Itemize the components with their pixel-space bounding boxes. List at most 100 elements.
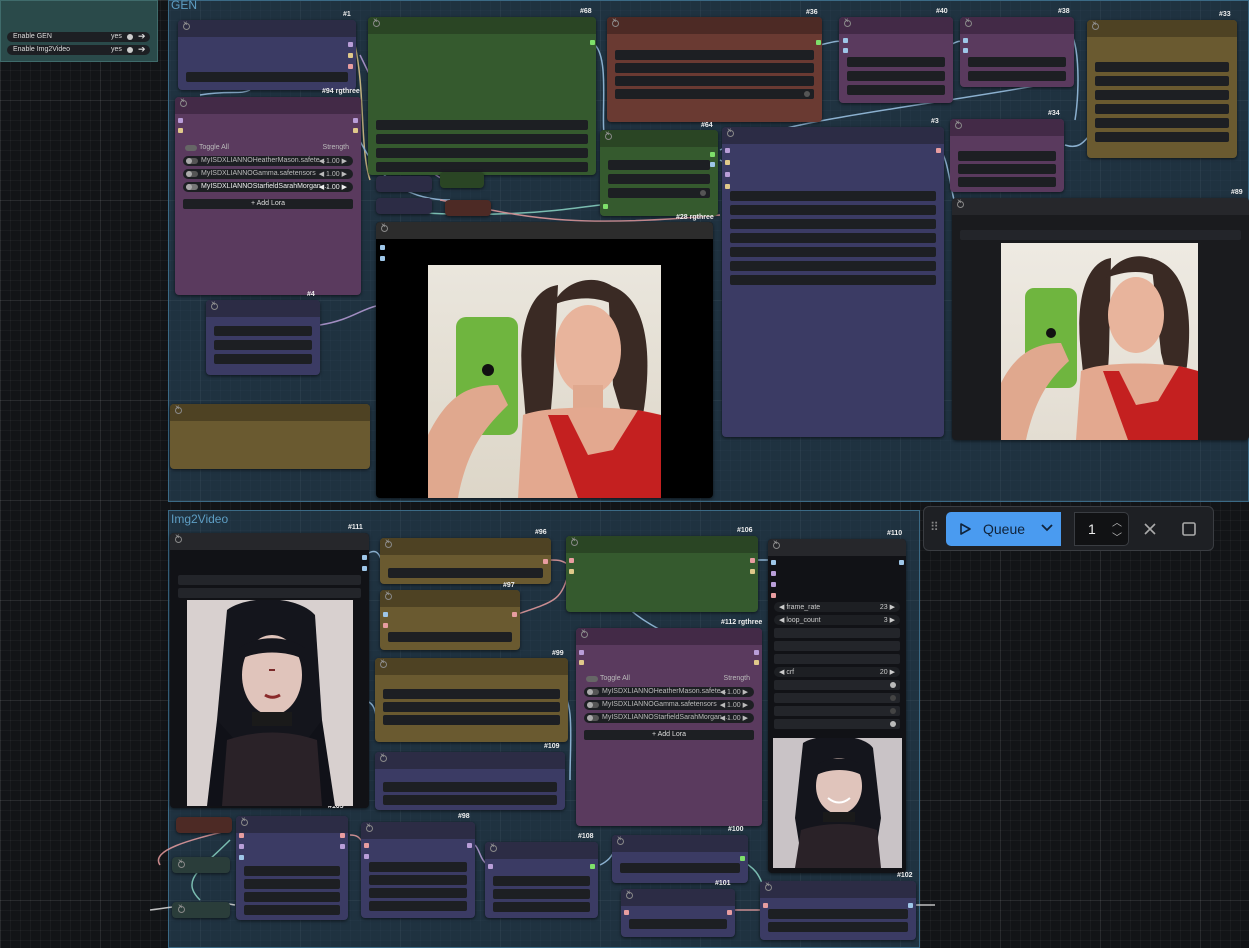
- close-icon[interactable]: [175, 404, 182, 414]
- node-widget[interactable]: [730, 205, 936, 215]
- input-port[interactable]: [603, 204, 608, 209]
- close-icon[interactable]: [626, 889, 633, 899]
- input-port[interactable]: [380, 245, 385, 250]
- output-port[interactable]: [362, 566, 367, 571]
- close-icon[interactable]: [211, 300, 218, 310]
- node-widget[interactable]: [383, 715, 560, 725]
- close-icon[interactable]: [385, 590, 392, 600]
- close-icon[interactable]: [571, 536, 578, 546]
- lora-strength[interactable]: ◀ 1.00 ▶: [319, 183, 347, 191]
- close-icon[interactable]: [183, 20, 190, 30]
- node-widget[interactable]: [615, 76, 814, 86]
- node-widget[interactable]: [968, 57, 1066, 67]
- toggle-row-enable-img2video[interactable]: Enable Img2Video yes ➔: [7, 44, 150, 55]
- node-widget[interactable]: [376, 148, 588, 158]
- lora-strength[interactable]: ◀ 1.00 ▶: [319, 170, 347, 178]
- close-icon[interactable]: [765, 881, 772, 891]
- node-widget[interactable]: [1095, 76, 1229, 86]
- close-icon[interactable]: [617, 835, 624, 845]
- node-widget[interactable]: [244, 879, 340, 889]
- toggle-row-enable-gen[interactable]: Enable GEN yes ➔: [7, 31, 150, 42]
- reroute-node[interactable]: [440, 172, 484, 188]
- input-port[interactable]: [771, 571, 776, 576]
- output-port[interactable]: [750, 569, 755, 574]
- input-port[interactable]: [843, 48, 848, 53]
- reroute-node[interactable]: [376, 176, 432, 192]
- node-widget[interactable]: [968, 71, 1066, 81]
- output-port[interactable]: [348, 53, 353, 58]
- node-widget[interactable]: [615, 50, 814, 60]
- close-icon[interactable]: [605, 130, 612, 140]
- close-icon[interactable]: [773, 539, 780, 549]
- input-port[interactable]: [364, 843, 369, 848]
- close-icon[interactable]: [380, 658, 387, 668]
- close-icon[interactable]: [490, 842, 497, 852]
- node-widget[interactable]: [620, 863, 740, 873]
- node-widget[interactable]: [768, 922, 908, 932]
- output-port[interactable]: [740, 856, 745, 861]
- arrow-right-icon[interactable]: ➔: [138, 31, 146, 42]
- input-port[interactable]: [488, 864, 493, 869]
- input-port[interactable]: [725, 160, 730, 165]
- node-widget[interactable]: [493, 902, 590, 912]
- node-widget[interactable]: [376, 120, 588, 130]
- reroute-node[interactable]: [376, 198, 432, 214]
- lora-strength[interactable]: ◀ 1.00 ▶: [720, 688, 748, 696]
- node-widget[interactable]: [244, 866, 340, 876]
- output-port[interactable]: [340, 833, 345, 838]
- output-port[interactable]: [353, 118, 358, 123]
- output-port[interactable]: [750, 558, 755, 563]
- close-icon[interactable]: [612, 17, 619, 27]
- node-widget[interactable]: [960, 230, 1241, 240]
- loop-count-widget[interactable]: ◀ loop_count 3 ▶: [774, 615, 900, 625]
- node-lower-a[interactable]: [236, 816, 348, 920]
- node-widget[interactable]: [244, 905, 340, 915]
- toggle-icon[interactable]: [587, 715, 599, 721]
- node-widget[interactable]: [214, 340, 312, 350]
- node-68[interactable]: [368, 17, 596, 175]
- drag-handle-icon[interactable]: ⠿: [930, 520, 939, 534]
- input-port[interactable]: [963, 48, 968, 53]
- input-port[interactable]: [963, 38, 968, 43]
- reroute-node[interactable]: [176, 817, 232, 833]
- node-widget[interactable]: [493, 876, 590, 886]
- toggle-icon[interactable]: [587, 702, 599, 708]
- reroute-node[interactable]: [172, 857, 230, 873]
- close-icon[interactable]: [581, 628, 588, 638]
- node-97[interactable]: [380, 590, 520, 650]
- lora-row[interactable]: MyISDXLIANNOHeatherMason.safete... ◀ 1.00…: [584, 687, 754, 697]
- reroute-node[interactable]: [172, 902, 230, 918]
- output-port[interactable]: [710, 152, 715, 157]
- node-38[interactable]: [960, 17, 1074, 87]
- node-widget[interactable]: [730, 233, 936, 243]
- lora-strength[interactable]: ◀ 1.00 ▶: [720, 701, 748, 709]
- toggle-icon[interactable]: [587, 689, 599, 695]
- input-port[interactable]: [569, 569, 574, 574]
- node-widget[interactable]: [608, 160, 710, 170]
- output-port[interactable]: [754, 650, 759, 655]
- node-widget[interactable]: [244, 892, 340, 902]
- input-port[interactable]: [624, 910, 629, 915]
- output-port[interactable]: [899, 560, 904, 565]
- node-widget[interactable]: [1095, 104, 1229, 114]
- input-port[interactable]: [380, 256, 385, 261]
- input-port[interactable]: [725, 148, 730, 153]
- node-widget[interactable]: [1095, 118, 1229, 128]
- close-icon[interactable]: [175, 533, 182, 543]
- close-icon[interactable]: [385, 538, 392, 548]
- crf-widget[interactable]: ◀ crf 20 ▶: [774, 667, 900, 677]
- input-port[interactable]: [178, 128, 183, 133]
- node-widget[interactable]: [958, 164, 1056, 174]
- input-port[interactable]: [579, 650, 584, 655]
- output-port[interactable]: [590, 864, 595, 869]
- node-widget[interactable]: [958, 177, 1056, 187]
- node-widget[interactable]: [847, 57, 945, 67]
- output-port[interactable]: [590, 40, 595, 45]
- toggle-widget[interactable]: [774, 719, 900, 729]
- close-icon[interactable]: [957, 198, 964, 208]
- toggle-icon[interactable]: [186, 158, 198, 164]
- input-port[interactable]: [569, 558, 574, 563]
- close-icon[interactable]: [844, 17, 851, 27]
- node-100[interactable]: [612, 835, 748, 883]
- input-port[interactable]: [771, 582, 776, 587]
